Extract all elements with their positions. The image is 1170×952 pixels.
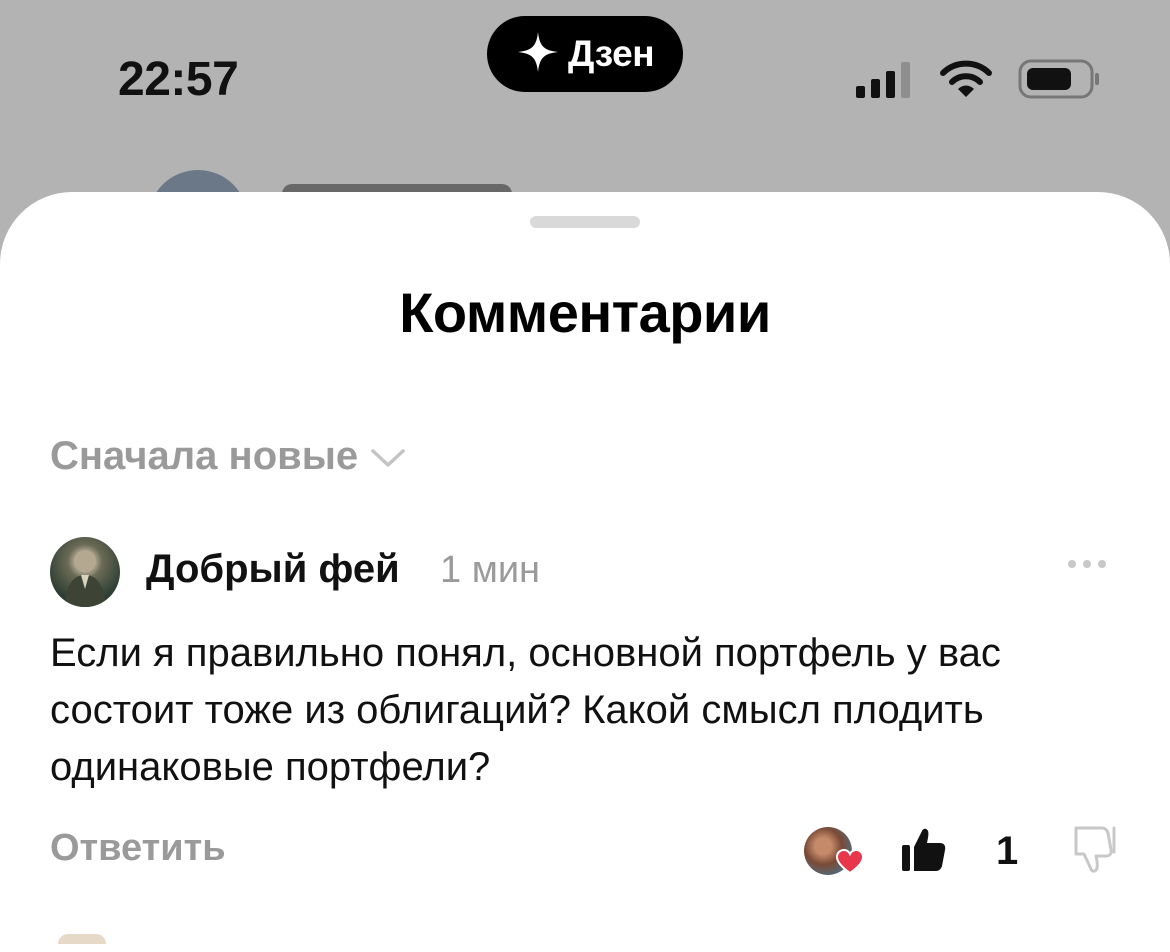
author-avatar[interactable]	[50, 537, 120, 607]
heart-icon	[835, 848, 865, 880]
comment-text: Если я правильно понял, основной портфел…	[50, 631, 1001, 789]
comment-time: 1 мин	[440, 549, 541, 591]
sparkle-icon	[516, 30, 560, 79]
sheet-grabber[interactable]	[530, 216, 640, 228]
next-comment-avatar	[58, 934, 106, 944]
sort-label: Сначала новые	[50, 434, 359, 478]
more-options-icon[interactable]	[1066, 557, 1108, 575]
battery-icon	[1018, 58, 1102, 105]
island-brand-label: Дзен	[567, 33, 655, 74]
status-icons	[856, 58, 1102, 105]
sheet-title: Комментарии	[399, 281, 771, 344]
status-time: 22:57	[118, 53, 239, 106]
cellular-signal-icon	[856, 60, 914, 103]
dynamic-island[interactable]: Дзен	[487, 16, 683, 92]
like-count: 1	[996, 829, 1019, 873]
chevron-down-icon	[370, 434, 406, 479]
sort-dropdown[interactable]: Сначала новые	[50, 434, 406, 479]
author-name[interactable]: Добрый фей	[146, 547, 400, 592]
thumbs-up-icon[interactable]	[900, 825, 948, 878]
comments-sheet: Комментарии Сначала новые Добрый фей 1 м…	[0, 192, 1170, 952]
thumbs-down-icon[interactable]	[1070, 824, 1118, 881]
reply-button[interactable]: Ответить	[50, 827, 226, 870]
wifi-icon	[940, 59, 992, 104]
